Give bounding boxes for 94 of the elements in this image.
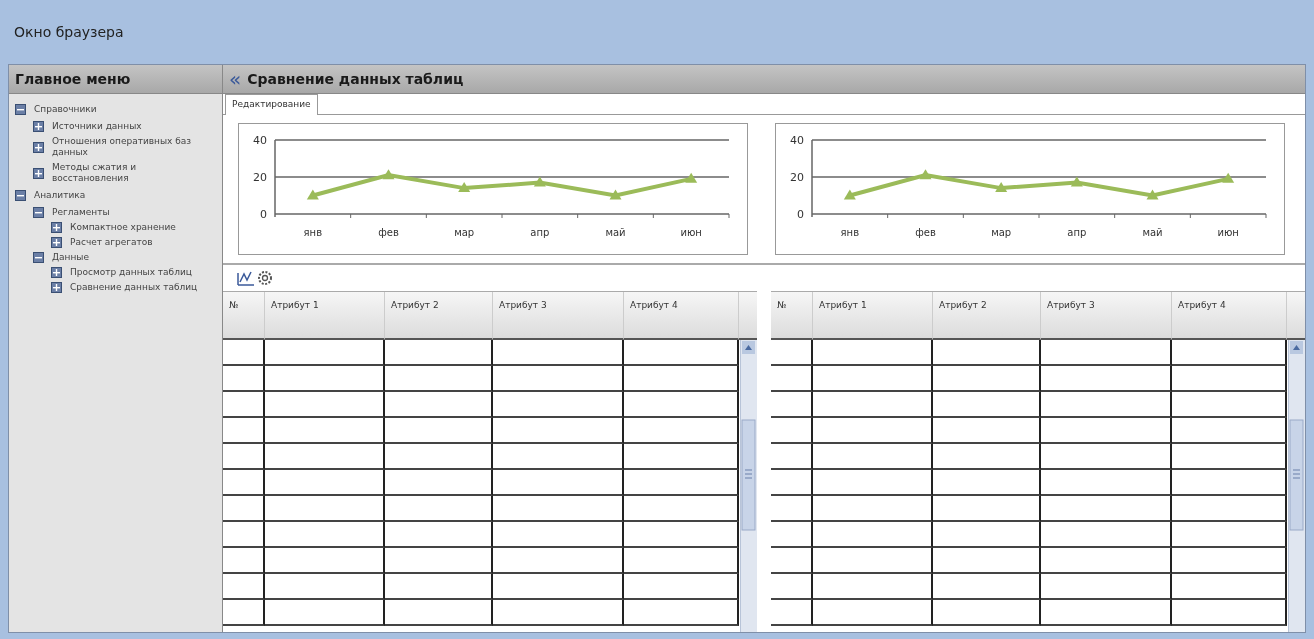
table-cell: [223, 522, 265, 548]
expand-icon[interactable]: [51, 237, 62, 248]
column-header[interactable]: Атрибут 3: [1041, 292, 1172, 340]
expand-icon[interactable]: [51, 267, 62, 278]
tree-item[interactable]: Расчет агрегатов: [70, 237, 204, 248]
axis-label: 20: [790, 171, 804, 184]
tab[interactable]: Редактирование: [225, 94, 318, 115]
tree-item[interactable]: Аналитика: [34, 190, 204, 201]
axis-label: апр: [1067, 227, 1087, 238]
settings-icon[interactable]: [257, 270, 273, 286]
table-cell: [223, 548, 265, 574]
expand-icon[interactable]: [51, 222, 62, 233]
table-cell: [223, 444, 265, 470]
scrollbar[interactable]: [1288, 340, 1305, 632]
axis-label: мар: [454, 227, 475, 238]
table-cell: [223, 574, 265, 600]
header-corner: [739, 292, 757, 340]
tree-item[interactable]: Справочники: [34, 104, 204, 115]
table-cell: [771, 392, 813, 418]
axis-label: фев: [378, 227, 399, 238]
data-point: [685, 172, 698, 183]
column-header[interactable]: №: [223, 292, 265, 340]
data-point: [1222, 172, 1235, 183]
data-point: [533, 176, 546, 187]
data-point: [1070, 176, 1083, 187]
expand-icon[interactable]: [33, 141, 44, 153]
tree-item[interactable]: Сравнение данных таблиц: [70, 282, 204, 293]
table-cell: [223, 366, 265, 392]
table-cell: [771, 548, 813, 574]
chart-icon[interactable]: [237, 270, 255, 286]
axis-label: 40: [253, 134, 267, 147]
data-point: [306, 189, 319, 200]
column-header[interactable]: №: [771, 292, 813, 340]
data-point: [382, 169, 395, 180]
table-cell: [223, 340, 265, 366]
table-cell: [771, 418, 813, 444]
tree-item[interactable]: Просмотр данных таблиц: [70, 267, 204, 278]
data-point: [609, 189, 622, 200]
column-header[interactable]: Атрибут 1: [265, 292, 385, 340]
header-corner: [1287, 292, 1305, 340]
table-cell: [771, 366, 813, 392]
table-cell: [771, 522, 813, 548]
column-header[interactable]: Атрибут 2: [385, 292, 493, 340]
column-header[interactable]: Атрибут 4: [624, 292, 739, 340]
column-header[interactable]: Атрибут 3: [493, 292, 624, 340]
data-point: [1146, 189, 1159, 200]
table-cell: [771, 444, 813, 470]
collapse-icon[interactable]: [33, 252, 44, 263]
axis-label: 40: [790, 134, 804, 147]
axis-label: янв: [840, 227, 860, 238]
data-point: [919, 169, 932, 180]
data-point: [458, 182, 471, 193]
axis-label: июн: [1217, 227, 1239, 238]
table-cell: [223, 470, 265, 496]
table-cell: [223, 496, 265, 522]
table-cell: [771, 574, 813, 600]
scrollbar[interactable]: [740, 340, 757, 632]
axis-label: 20: [253, 171, 267, 184]
tree-item[interactable]: Данные: [52, 252, 204, 263]
table-cell: [223, 418, 265, 444]
expand-icon[interactable]: [33, 121, 44, 132]
tree-item[interactable]: Методы сжатия и восстановления: [52, 162, 204, 184]
expand-icon[interactable]: [51, 282, 62, 293]
axis-label: июн: [680, 227, 702, 238]
axis-label: мар: [991, 227, 1012, 238]
table-cell: [771, 340, 813, 366]
axis-label: янв: [303, 227, 323, 238]
column-header[interactable]: Атрибут 1: [813, 292, 933, 340]
collapse-icon[interactable]: [15, 104, 26, 115]
collapse-icon[interactable]: [15, 190, 26, 201]
axis-label: 0: [260, 208, 267, 221]
column-header[interactable]: Атрибут 4: [1172, 292, 1287, 340]
page-title: Сравнение данных таблиц: [247, 71, 464, 87]
column-header[interactable]: Атрибут 2: [933, 292, 1041, 340]
window-title: Окно браузера: [13, 23, 125, 42]
table-cell: [223, 392, 265, 418]
table-cell: [771, 496, 813, 522]
axis-label: фев: [915, 227, 936, 238]
expand-icon[interactable]: [33, 167, 44, 179]
table-cell: [223, 600, 265, 626]
sidebar-header: Главное меню: [9, 65, 222, 94]
axis-label: май: [605, 227, 626, 238]
axis-label: апр: [530, 227, 550, 238]
collapse-icon[interactable]: [33, 207, 44, 218]
tree-item[interactable]: Источники данных: [52, 121, 204, 132]
tree-item[interactable]: Компактное хранение: [70, 222, 204, 233]
axis-label: май: [1142, 227, 1163, 238]
data-point: [843, 189, 856, 200]
axis-label: 0: [797, 208, 804, 221]
tree-item[interactable]: Регламенты: [52, 207, 204, 218]
table-cell: [771, 600, 813, 626]
tree-item[interactable]: Отношения оперативных баз данных: [52, 136, 204, 158]
data-point: [995, 182, 1008, 193]
table-cell: [771, 470, 813, 496]
